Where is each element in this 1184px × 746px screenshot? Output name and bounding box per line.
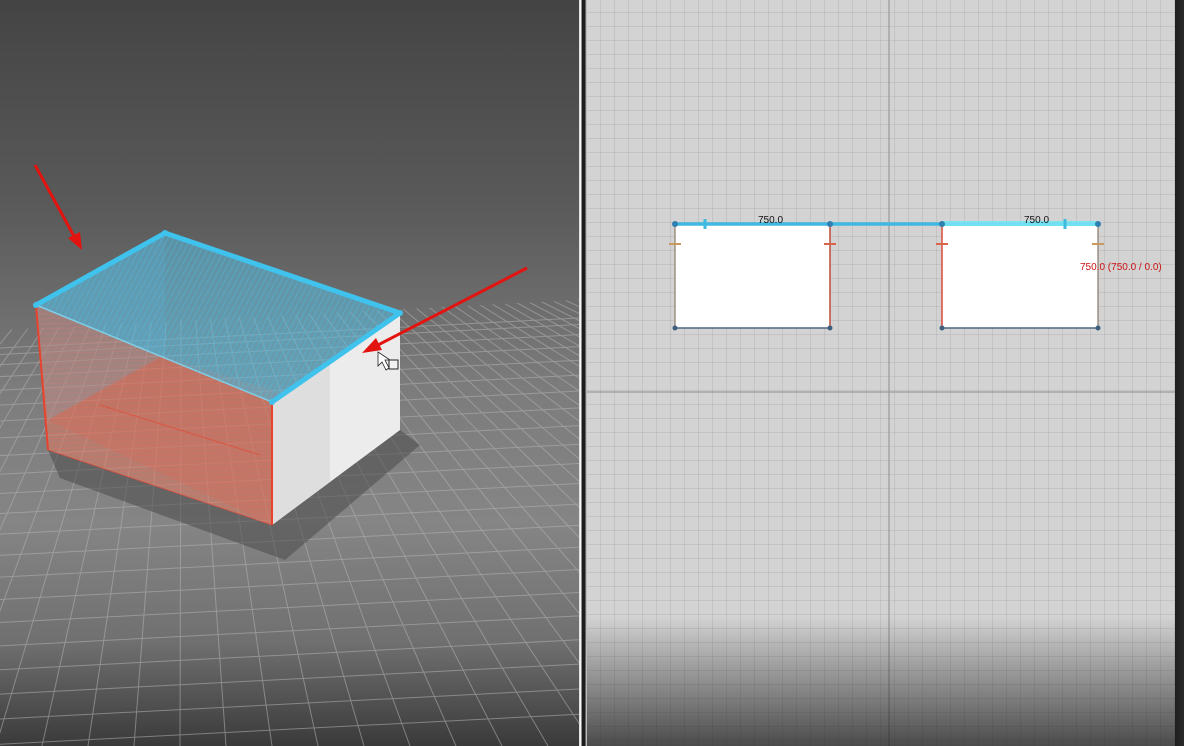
plan-rect-left[interactable] xyxy=(669,224,836,331)
viewport-3d-canvas xyxy=(0,164,579,746)
viewport-3d[interactable] xyxy=(0,0,579,746)
right-edge-panel xyxy=(1175,0,1184,746)
viewport-splitter[interactable] xyxy=(579,0,587,746)
dimension-label-left: 750.0 xyxy=(758,215,783,226)
annotation-arrow-1 xyxy=(33,164,82,250)
dimension-live-readout: 750.0 (750.0 / 0.0) xyxy=(1080,262,1162,273)
viewport-2d-canvas: 750.0 750.0 750.0 (750.0 / 0.0) xyxy=(587,0,1175,746)
plan-rect-right[interactable] xyxy=(936,224,1104,331)
viewport-2d[interactable]: 750.0 750.0 750.0 (750.0 / 0.0) xyxy=(587,0,1175,746)
dimension-label-right: 750.0 xyxy=(1024,215,1049,226)
